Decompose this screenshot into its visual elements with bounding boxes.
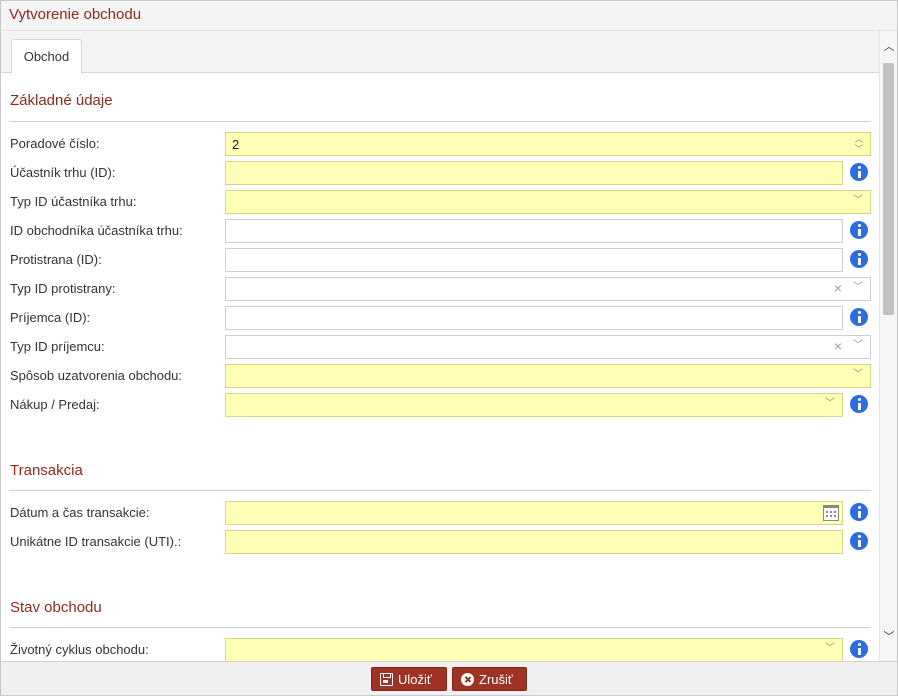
row-typ-id-prijemcu: Typ ID príjemcu: × ﹀	[1, 335, 879, 359]
row-typ-id-ucastnika: Typ ID účastníka trhu: ﹀	[1, 190, 879, 214]
spin-up-icon[interactable]: ︿	[854, 134, 864, 144]
section-divider	[9, 627, 871, 628]
section-title-status: Stav obchodu	[10, 599, 102, 616]
label-typ-id-prijemcu: Typ ID príjemcu:	[10, 339, 105, 354]
ucastnik-trhu-input[interactable]	[225, 161, 843, 185]
dialog-footer: Uložiť Zrušiť	[1, 661, 897, 695]
info-icon[interactable]	[850, 308, 868, 326]
label-uti: Unikátne ID transakcie (UTI).:	[10, 534, 182, 549]
info-icon[interactable]	[850, 221, 868, 239]
save-icon	[380, 673, 393, 686]
window-title: Vytvorenie obchodu	[9, 6, 142, 23]
typ-id-prijemcu-select[interactable]: × ﹀	[225, 335, 871, 359]
section-divider	[9, 121, 871, 122]
clear-icon[interactable]: ×	[834, 339, 842, 353]
row-id-obchodnika: ID obchodníka účastníka trhu:	[1, 219, 879, 243]
uti-input[interactable]	[225, 530, 843, 554]
datum-cas-input[interactable]	[225, 501, 843, 525]
window-titlebar: Vytvorenie obchodu	[1, 1, 897, 31]
prijemca-input[interactable]	[225, 306, 843, 330]
row-nakup-predaj: Nákup / Predaj: ﹀	[1, 393, 879, 417]
label-typ-id-protistrany: Typ ID protistrany:	[10, 281, 116, 296]
row-prijemca: Príjemca (ID):	[1, 306, 879, 330]
save-label: Uložiť	[398, 672, 432, 687]
section-title-transaction: Transakcia	[10, 462, 83, 479]
row-poradove-cislo: Poradové číslo: 2 ︿ ﹀	[1, 132, 879, 156]
cancel-icon	[461, 673, 474, 686]
nakup-predaj-select[interactable]: ﹀	[225, 393, 843, 417]
info-icon[interactable]	[850, 250, 868, 268]
label-protistrana: Protistrana (ID):	[10, 252, 102, 267]
label-zivotny-cyklus: Životný cyklus obchodu:	[10, 642, 149, 657]
spin-down-icon[interactable]: ﹀	[854, 144, 864, 154]
create-trade-window: Vytvorenie obchodu Obchod Základné údaje…	[0, 0, 898, 696]
row-uti: Unikátne ID transakcie (UTI).:	[1, 530, 879, 554]
vertical-scrollbar[interactable]: ︿ ﹀	[879, 31, 897, 661]
chevron-down-icon: ﹀	[853, 340, 863, 351]
scroll-down-icon[interactable]: ﹀	[880, 627, 897, 647]
row-ucastnik-trhu: Účastník trhu (ID):	[1, 161, 879, 185]
poradove-cislo-input[interactable]: 2 ︿ ﹀	[225, 132, 871, 156]
clear-icon[interactable]: ×	[834, 281, 842, 295]
protistrana-input[interactable]	[225, 248, 843, 272]
poradove-cislo-value: 2	[232, 137, 240, 152]
tab-obchod[interactable]: Obchod	[11, 39, 82, 74]
chevron-down-icon: ﹀	[825, 643, 835, 654]
row-datum-cas: Dátum a čas transakcie:	[1, 501, 879, 525]
label-nakup-predaj: Nákup / Predaj:	[10, 397, 100, 412]
typ-id-protistrany-select[interactable]: × ﹀	[225, 277, 871, 301]
info-icon[interactable]	[850, 640, 868, 658]
scroll-up-icon[interactable]: ︿	[880, 37, 897, 57]
sposob-uzatvorenia-select[interactable]: ﹀	[225, 364, 871, 388]
label-typ-id-ucastnika: Typ ID účastníka trhu:	[10, 194, 137, 209]
zivotny-cyklus-select[interactable]: ﹀	[225, 638, 843, 661]
label-id-obchodnika: ID obchodníka účastníka trhu:	[10, 223, 183, 238]
chevron-down-icon: ﹀	[853, 369, 863, 380]
chevron-down-icon: ﹀	[853, 282, 863, 293]
chevron-down-icon: ﹀	[853, 195, 863, 206]
chevron-down-icon: ﹀	[825, 398, 835, 409]
cancel-button[interactable]: Zrušiť	[452, 667, 527, 691]
section-title-basic: Základné údaje	[10, 92, 113, 109]
label-prijemca: Príjemca (ID):	[10, 310, 91, 325]
number-spinner[interactable]: ︿ ﹀	[854, 134, 864, 154]
save-button[interactable]: Uložiť	[371, 667, 447, 691]
info-icon[interactable]	[850, 163, 868, 181]
typ-id-ucastnika-select[interactable]: ﹀	[225, 190, 871, 214]
row-typ-id-protistrany: Typ ID protistrany: × ﹀	[1, 277, 879, 301]
id-obchodnika-input[interactable]	[225, 219, 843, 243]
label-ucastnik-trhu: Účastník trhu (ID):	[10, 165, 116, 180]
label-datum-cas: Dátum a čas transakcie:	[10, 505, 150, 520]
form-content: Základné údaje Poradové číslo: 2 ︿ ﹀ Úča…	[1, 73, 879, 661]
info-icon[interactable]	[850, 395, 868, 413]
label-sposob-uzatvorenia: Spôsob uzatvorenia obchodu:	[10, 368, 183, 383]
info-icon[interactable]	[850, 532, 868, 550]
info-icon[interactable]	[850, 503, 868, 521]
tab-strip: Obchod	[1, 31, 879, 74]
row-sposob-uzatvorenia: Spôsob uzatvorenia obchodu: ﹀	[1, 364, 879, 388]
row-protistrana: Protistrana (ID):	[1, 248, 879, 272]
cancel-label: Zrušiť	[479, 672, 513, 687]
calendar-icon[interactable]	[823, 505, 839, 521]
row-zivotny-cyklus: Životný cyklus obchodu: ﹀	[1, 638, 879, 661]
label-poradove-cislo: Poradové číslo:	[10, 136, 100, 151]
section-divider	[9, 490, 871, 491]
scroll-thumb[interactable]	[883, 63, 894, 315]
